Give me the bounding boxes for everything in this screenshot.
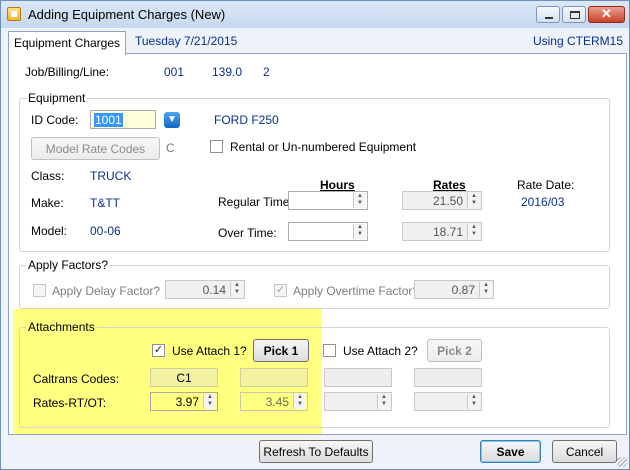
apply-overtime-factor-checkbox[interactable]: ✓: [274, 284, 287, 297]
tab-strip: Equipment Charges Tuesday 7/21/2015 Usin…: [8, 29, 627, 55]
attach-2-caltrans-field-2[interactable]: [414, 368, 482, 387]
rate-date-label: Rate Date:: [517, 178, 575, 192]
apply-delay-factor-label: Apply Delay Factor?: [52, 284, 161, 298]
title-bar[interactable]: Adding Equipment Charges (New) ✕: [1, 1, 629, 28]
checkmark-icon: ✓: [153, 344, 164, 356]
equipment-description: FORD F250: [214, 113, 279, 127]
rate-date-value: 2016/03: [521, 195, 565, 209]
use-attach-2-label: Use Attach 2?: [343, 344, 418, 358]
attach-1-ot-spinner[interactable]: ▲ ▼: [293, 394, 306, 409]
pick-2-button[interactable]: Pick 2: [427, 339, 482, 362]
regular-rate-value: 21.50: [432, 194, 463, 208]
attach-2-ot-spinner[interactable]: ▲ ▼: [467, 394, 480, 409]
overtime-factor-spinner[interactable]: ▲ ▼: [479, 282, 492, 297]
regular-hours-spinner[interactable]: ▲ ▼: [353, 193, 366, 208]
rate-code: C: [166, 141, 175, 155]
button-bar: Refresh To Defaults Save Cancel: [1, 436, 629, 469]
make-value: T&TT: [90, 196, 120, 210]
close-button[interactable]: ✕: [588, 6, 625, 23]
cancel-button[interactable]: Cancel: [552, 440, 617, 463]
apply-delay-factor-checkbox[interactable]: [33, 284, 46, 297]
attach-1-ot-rate-value: 3.45: [265, 395, 289, 409]
window-title: Adding Equipment Charges (New): [28, 7, 226, 22]
attach-1-ot-rate-input[interactable]: 3.45 ▲ ▼: [240, 392, 308, 411]
job-billing-line-label: Job/Billing/Line:: [25, 65, 110, 79]
model-rate-codes-button[interactable]: Model Rate Codes: [31, 137, 160, 160]
use-attach-1-checkbox[interactable]: ✓: [152, 344, 165, 357]
rental-checkbox[interactable]: [210, 140, 223, 153]
equipment-group-title: Equipment: [26, 91, 88, 105]
attach-1-rt-rate-input[interactable]: 3.97 ▲ ▼: [150, 392, 218, 411]
resize-grip-icon[interactable]: [617, 457, 627, 467]
rates-rt-ot-label: Rates-RT/OT:: [33, 396, 107, 410]
use-attach-2-checkbox[interactable]: [323, 344, 336, 357]
save-button[interactable]: Save: [480, 440, 541, 463]
close-icon: ✕: [601, 6, 612, 21]
overtime-hours-spinner[interactable]: ▲ ▼: [353, 224, 366, 239]
entry-date: Tuesday 7/21/2015: [135, 34, 238, 48]
id-code-label: ID Code:: [31, 113, 79, 127]
maximize-icon: [570, 11, 580, 19]
overtime-rate-value: 18.71: [432, 225, 463, 239]
caltrans-codes-label: Caltrans Codes:: [33, 372, 120, 386]
attachments-group-title: Attachments: [26, 320, 97, 334]
model-value: 00-06: [90, 224, 121, 238]
apply-overtime-factor-label: Apply Overtime Factor?: [293, 284, 420, 298]
app-icon: [7, 7, 21, 21]
using-company: Using CTERM15: [532, 34, 623, 48]
overtime-hours-input[interactable]: ▲ ▼: [288, 222, 368, 241]
attach-2-ot-rate-input[interactable]: ▲ ▼: [414, 392, 482, 411]
equipment-charges-window: Adding Equipment Charges (New) ✕ Equipme…: [0, 0, 630, 470]
rates-header: Rates: [433, 178, 466, 192]
refresh-to-defaults-button[interactable]: Refresh To Defaults: [259, 440, 373, 463]
minimize-button[interactable]: [536, 6, 560, 23]
billing-number: 139.0: [212, 65, 243, 79]
regular-rate-input[interactable]: 21.50 ▲ ▼: [402, 191, 482, 210]
minimize-icon: [545, 17, 553, 19]
tab-equipment-charges[interactable]: Equipment Charges: [8, 31, 126, 55]
equipment-lookup-button[interactable]: ▼: [164, 112, 180, 128]
make-label: Make:: [31, 196, 64, 210]
hours-header: Hours: [320, 178, 355, 192]
over-time-label: Over Time:: [218, 226, 277, 240]
model-label: Model:: [31, 224, 68, 238]
pick-1-button[interactable]: Pick 1: [253, 339, 309, 362]
job-number: 001: [164, 65, 185, 79]
attach-1-caltrans-field[interactable]: C1: [150, 368, 218, 387]
class-label: Class:: [31, 169, 65, 183]
id-code-input[interactable]: 1001: [90, 110, 156, 129]
delay-factor-input[interactable]: 0.14 ▲ ▼: [165, 280, 245, 299]
use-attach-1-label: Use Attach 1?: [172, 344, 247, 358]
apply-factors-group-title: Apply Factors?: [26, 258, 111, 272]
checkmark-icon: ✓: [275, 284, 286, 296]
chevron-down-icon: ▼: [167, 114, 177, 125]
attach-1-rt-spinner[interactable]: ▲ ▼: [203, 394, 216, 409]
attach-1-caltrans-field-2[interactable]: [240, 368, 308, 387]
id-code-value: 1001: [94, 113, 123, 127]
overtime-factor-input[interactable]: 0.87 ▲ ▼: [414, 280, 494, 299]
delay-factor-value: 0.14: [202, 283, 226, 297]
maximize-button[interactable]: [562, 6, 586, 23]
attach-2-rt-spinner[interactable]: ▲ ▼: [377, 394, 390, 409]
tab-panel: Job/Billing/Line: 001 139.0 2 Equipment …: [8, 53, 627, 435]
attach-1-rt-rate-value: 3.97: [175, 395, 199, 409]
attach-2-caltrans-field[interactable]: [324, 368, 392, 387]
regular-rate-spinner[interactable]: ▲ ▼: [467, 193, 480, 208]
rental-label: Rental or Un-numbered Equipment: [230, 140, 417, 154]
overtime-rate-spinner[interactable]: ▲ ▼: [467, 224, 480, 239]
regular-hours-input[interactable]: ▲ ▼: [288, 191, 368, 210]
regular-time-label: Regular Time:: [218, 195, 293, 209]
line-number: 2: [263, 65, 270, 79]
attach-2-rt-rate-input[interactable]: ▲ ▼: [324, 392, 392, 411]
delay-factor-spinner[interactable]: ▲ ▼: [230, 282, 243, 297]
class-value: TRUCK: [90, 169, 132, 183]
overtime-rate-input[interactable]: 18.71 ▲ ▼: [402, 222, 482, 241]
overtime-factor-value: 0.87: [451, 283, 475, 297]
